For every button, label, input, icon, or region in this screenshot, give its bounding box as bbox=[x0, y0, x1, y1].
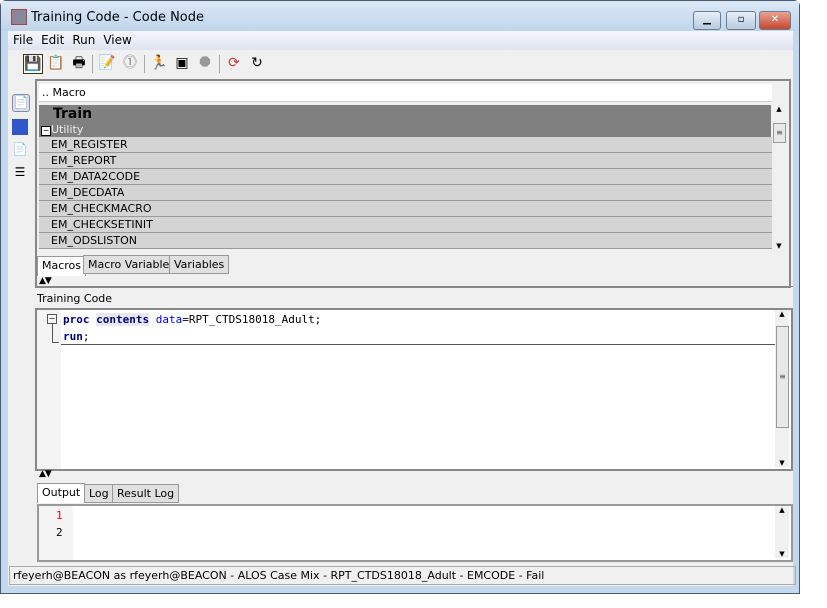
tab-output[interactable]: Output bbox=[37, 483, 86, 503]
tab-log[interactable]: Log bbox=[84, 484, 114, 503]
check-icon[interactable]: ⓵ bbox=[121, 54, 139, 72]
macro-item[interactable]: EM_ODSLISTON bbox=[39, 233, 783, 249]
macro-panel: .. Macro Train − Utility EM_REGISTER EM_R… bbox=[35, 79, 791, 288]
run-icon[interactable]: 🏃 bbox=[150, 54, 168, 72]
side-toolbar: 📄 📄 ☰ bbox=[10, 91, 32, 188]
title-bar: Training Code - Code Node ▁ ▫ ✕ bbox=[1, 1, 799, 31]
maximize-button[interactable]: ▫ bbox=[726, 11, 756, 30]
save-icon[interactable]: 💾 bbox=[23, 54, 43, 74]
group-train: Train bbox=[53, 106, 93, 122]
macro-item[interactable]: EM_DECDATA bbox=[39, 185, 783, 201]
output-scrollbar[interactable]: ▲ ▼ bbox=[775, 506, 789, 558]
code-line-1: proc contents data=RPT_CTDS18018_Adult; bbox=[63, 313, 322, 326]
macro-header: .. Macro bbox=[39, 84, 772, 102]
macro-scrollbar[interactable]: ▲ ≡ ▼ bbox=[772, 105, 786, 250]
splitter-arrows[interactable]: ▲▼ bbox=[39, 276, 52, 286]
diagram-icon[interactable] bbox=[12, 119, 28, 135]
menu-run[interactable]: Run bbox=[69, 31, 98, 49]
toolbar: 💾 📋 🖶 📝 ⓵ 🏃 ▣ ⯃ ⟳ ↻ bbox=[8, 51, 793, 77]
splitter-arrows-2[interactable]: ▲▼ bbox=[39, 469, 52, 479]
code-editor[interactable]: − proc contents data=RPT_CTDS18018_Adult… bbox=[35, 308, 793, 471]
print-icon[interactable]: 🖶 bbox=[70, 54, 88, 72]
minimize-button[interactable]: ▁ bbox=[693, 11, 721, 30]
run-node-icon[interactable]: 📝 bbox=[98, 54, 116, 72]
menu-bar: File Edit Run View bbox=[8, 31, 793, 50]
code-line-2: run; bbox=[63, 330, 90, 343]
tab-macros[interactable]: Macros bbox=[37, 256, 87, 276]
macro-item[interactable]: EM_DATA2CODE bbox=[39, 169, 783, 185]
macro-item[interactable]: EM_REPORT bbox=[39, 153, 783, 169]
copy-icon[interactable]: 📋 bbox=[47, 54, 65, 72]
window-title: Training Code - Code Node bbox=[31, 10, 205, 25]
status-bar: rfeyerh@BEACON as rfeyerh@BEACON - ALOS … bbox=[9, 566, 796, 585]
list-icon[interactable]: ☰ bbox=[12, 165, 28, 181]
subgroup-utility[interactable]: − Utility bbox=[41, 123, 83, 136]
document-icon[interactable]: 📄 bbox=[12, 142, 28, 158]
results-icon[interactable]: ▣ bbox=[173, 54, 191, 72]
window: Training Code - Code Node ▁ ▫ ✕ File Edit… bbox=[0, 0, 800, 594]
tab-result-log[interactable]: Result Log bbox=[112, 484, 180, 503]
menu-edit[interactable]: Edit bbox=[38, 31, 67, 49]
macro-item[interactable]: EM_CHECKMACRO bbox=[39, 201, 783, 217]
refresh-icon[interactable]: ⟳ bbox=[225, 54, 243, 72]
group-header: Train − Utility bbox=[39, 105, 771, 137]
macro-item[interactable]: EM_CHECKSETINIT bbox=[39, 217, 783, 233]
code-view-icon[interactable]: 📄 bbox=[12, 94, 30, 112]
app-icon bbox=[11, 9, 27, 25]
reset-icon[interactable]: ↻ bbox=[248, 54, 266, 72]
output-area[interactable]: 1 2 ▲ ▼ bbox=[37, 504, 793, 562]
menu-file[interactable]: File bbox=[10, 31, 36, 49]
close-button[interactable]: ✕ bbox=[759, 11, 791, 30]
tab-macro-variables[interactable]: Macro Variables bbox=[83, 255, 181, 274]
editor-scrollbar[interactable]: ▲ ≡ ▼ bbox=[775, 310, 789, 467]
editor-label: Training Code bbox=[37, 292, 113, 305]
client-area: File Edit Run View 💾 📋 🖶 📝 ⓵ 🏃 ▣ ⯃ ⟳ ↻ 📄 📄 … bbox=[8, 31, 796, 586]
stop-icon[interactable]: ⯃ bbox=[196, 54, 214, 72]
tab-variables[interactable]: Variables bbox=[169, 255, 230, 274]
macro-item[interactable]: EM_REGISTER bbox=[39, 137, 783, 153]
line-number: 1 bbox=[56, 509, 63, 522]
line-number: 2 bbox=[56, 526, 63, 539]
menu-view[interactable]: View bbox=[100, 31, 134, 49]
